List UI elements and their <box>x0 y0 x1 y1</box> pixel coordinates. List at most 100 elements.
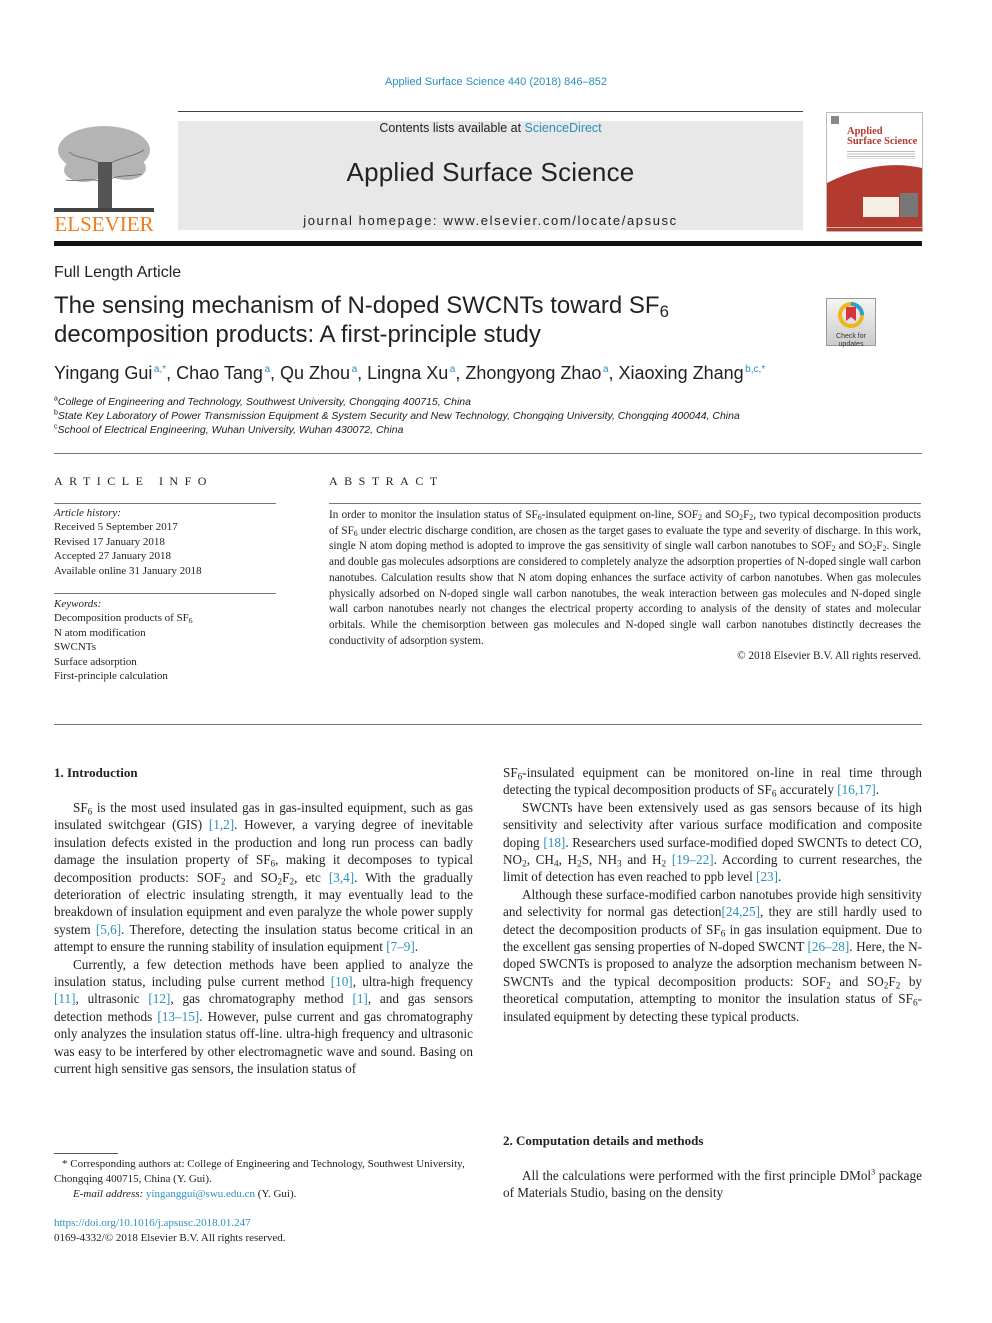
citation-link[interactable]: [19–22] <box>672 852 714 867</box>
citation-link[interactable]: [24,25] <box>722 904 760 919</box>
journal-title: Applied Surface Science <box>346 157 635 187</box>
article-history-label: Article history: <box>54 507 121 519</box>
author-affiliation-marker[interactable]: a <box>352 364 358 375</box>
title-part2: decomposition products: A first-principl… <box>54 321 541 348</box>
history-received: Received 5 September 2017 <box>54 521 178 534</box>
citation-link[interactable]: [13–15] <box>157 1009 199 1024</box>
history-available-online: Available online 31 January 2018 <box>54 564 202 577</box>
article-history: Article history: Received 5 September 20… <box>54 506 276 578</box>
cover-title: Applied Surface Science <box>847 126 917 147</box>
article-type: Full Length Article <box>54 264 182 281</box>
email-link[interactable]: yinganggui@swu.edu.cn <box>146 1188 255 1200</box>
abstract-rule <box>329 503 921 504</box>
cover-logo-icon <box>831 116 839 124</box>
author-name: Qu Zhou <box>280 363 351 383</box>
section-divider <box>54 453 922 454</box>
check-updates-line2: updates <box>838 340 864 348</box>
check-for-updates-button[interactable]: Check for updates <box>826 298 876 348</box>
author-affiliation-marker[interactable]: a <box>264 364 270 375</box>
section-heading-computation: 2. Computation details and methods <box>503 1133 704 1148</box>
citation-link[interactable]: [11] <box>54 991 75 1006</box>
keywords-rule <box>54 593 276 594</box>
cover-red-band <box>827 165 922 231</box>
paragraph: Although these surface-modified carbon n… <box>503 886 923 1024</box>
email-note: E-mail address: yinganggui@swu.edu.cn (Y… <box>73 1187 296 1202</box>
citation-link[interactable]: [7–9] <box>386 939 415 954</box>
affiliation-b: bState Key Laboratory of Power Transmiss… <box>54 410 740 423</box>
author-affiliation-marker[interactable]: b,c,* <box>745 364 765 375</box>
article-info-heading: ARTICLE INFO <box>54 474 213 488</box>
author-affiliation-marker[interactable]: a <box>450 364 456 375</box>
keyword: Decomposition products of SF6 <box>54 612 193 626</box>
header-rule <box>178 111 803 112</box>
body-column-left: SF6 is the most used insulated gas in ga… <box>54 799 473 1078</box>
citation-link[interactable]: [5,6] <box>96 922 121 937</box>
journal-cover-thumbnail[interactable]: Applied Surface Science <box>826 112 923 232</box>
author-name: Xiaoxing Zhang <box>618 363 744 383</box>
affiliation-c: cSchool of Electrical Engineering, Wuhan… <box>54 424 403 437</box>
citation-link[interactable]: [18] <box>543 835 565 850</box>
author[interactable]: Lingna Xu a <box>367 363 455 383</box>
elsevier-tree-icon <box>54 122 154 214</box>
citation-link[interactable]: [10] <box>331 974 353 989</box>
keyword: First-principle calculation <box>54 670 168 683</box>
journal-homepage-link[interactable]: journal homepage: www.elsevier.com/locat… <box>178 213 803 228</box>
paragraph: SF6-insulated equipment can be monitored… <box>503 765 922 799</box>
author-affiliation-marker[interactable]: a,* <box>154 364 166 375</box>
citation-link[interactable]: [3,4] <box>329 870 354 885</box>
author-name: Zhongyong Zhao <box>465 363 602 383</box>
section-heading-introduction: 1. Introduction <box>54 765 138 780</box>
author[interactable]: Xiaoxing Zhang b,c,* <box>619 363 766 383</box>
author-name: Yingang Gui <box>54 363 153 383</box>
author-affiliation-marker[interactable]: a <box>603 364 609 375</box>
citation-link[interactable]: [12] <box>148 991 170 1006</box>
keyword: Surface adsorption <box>54 655 137 668</box>
contents-available-line: Contents lists available at ScienceDirec… <box>178 121 803 135</box>
masthead-thick-rule <box>54 241 922 246</box>
citation-link[interactable]: [26–28] <box>808 939 850 954</box>
corresponding-author-note: * Corresponding authors at: College of E… <box>54 1158 465 1185</box>
body-column-right: SF6-insulated equipment can be monitored… <box>503 764 922 1025</box>
issn-copyright: 0169-4332/© 2018 Elsevier B.V. All right… <box>54 1232 286 1244</box>
doi-link[interactable]: https://doi.org/10.1016/j.apsusc.2018.01… <box>54 1216 251 1231</box>
cover-subtitle-lines <box>847 151 915 159</box>
author-list: Yingang Gui a,*, Chao Tang a, Qu Zhou a,… <box>54 363 766 383</box>
history-accepted: Accepted 27 January 2018 <box>54 550 171 563</box>
email-suffix: (Y. Gui). <box>255 1188 297 1200</box>
elsevier-logo: ELSEVIER <box>54 122 154 236</box>
author[interactable]: Yingang Gui a,* <box>54 363 166 383</box>
title-part1: The sensing mechanism of N-doped SWCNTs … <box>54 292 660 319</box>
email-label: E-mail address: <box>73 1188 146 1200</box>
journal-reference-link[interactable]: Applied Surface Science 440 (2018) 846–8… <box>0 76 992 88</box>
elsevier-wordmark: ELSEVIER <box>54 212 154 236</box>
author[interactable]: Qu Zhou a <box>280 363 357 383</box>
affiliation-text: College of Engineering and Technology, S… <box>57 396 471 408</box>
citation-link[interactable]: [1] <box>352 991 367 1006</box>
paper-title: The sensing mechanism of N-doped SWCNTs … <box>54 291 814 349</box>
citation-link[interactable]: [23] <box>756 869 778 884</box>
author[interactable]: Chao Tang a <box>176 363 270 383</box>
citation-link[interactable]: [1,2] <box>209 817 234 832</box>
keyword: SWCNTs <box>54 641 97 654</box>
affiliation-a: aCollege of Engineering and Technology, … <box>54 396 471 409</box>
history-revised: Revised 17 January 2018 <box>54 535 165 548</box>
sciencedirect-link[interactable]: ScienceDirect <box>525 121 602 135</box>
author-name: Lingna Xu <box>367 363 449 383</box>
affiliation-text: State Key Laboratory of Power Transmissi… <box>57 410 740 422</box>
keywords: Keywords: Decomposition products of SF6 … <box>54 597 276 683</box>
paragraph: SWCNTs have been extensively used as gas… <box>503 799 922 885</box>
author[interactable]: Zhongyong Zhao a <box>465 363 608 383</box>
abstract-heading: ABSTRACT <box>329 474 444 488</box>
check-updates-line1: Check for <box>836 333 866 340</box>
keywords-label: Keywords: <box>54 598 102 610</box>
keyword: N atom modification <box>54 626 146 639</box>
abstract-copyright: © 2018 Elsevier B.V. All rights reserved… <box>737 650 921 663</box>
footnote-rule <box>54 1153 118 1154</box>
paragraph: Currently, a few detection methods have … <box>54 956 473 1077</box>
title-subscript: 6 <box>659 302 669 322</box>
citation-link[interactable]: [16,17] <box>837 782 875 797</box>
check-updates-label: Check for updates <box>827 333 875 348</box>
abstract-bottom-rule <box>54 724 922 725</box>
body-column-right-section2: All the calculations were performed with… <box>503 1167 922 1202</box>
journal-masthead: Contents lists available at ScienceDirec… <box>178 121 803 230</box>
